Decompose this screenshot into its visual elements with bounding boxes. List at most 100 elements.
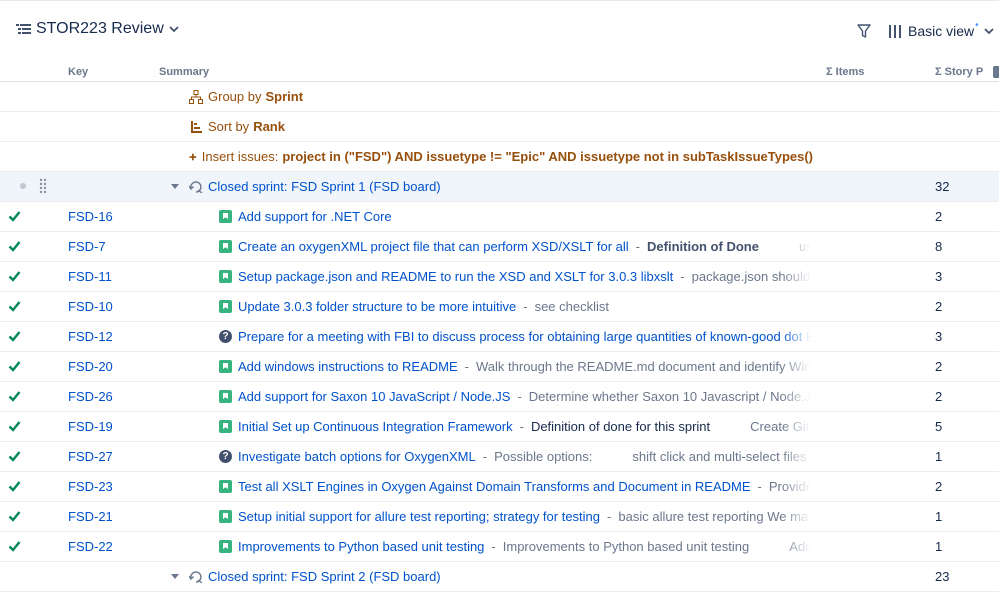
view-modified-indicator: • <box>975 19 979 31</box>
issue-key[interactable]: FSD-20 <box>68 359 113 374</box>
expand-caret-icon[interactable] <box>171 183 179 190</box>
issue-key[interactable]: FSD-19 <box>68 419 113 434</box>
column-config-handle[interactable] <box>993 66 999 78</box>
summary-separator: - <box>491 539 496 554</box>
column-header-story-points[interactable]: Σ Story P <box>935 66 983 78</box>
story-type-icon <box>219 480 232 493</box>
issue-summary: ? Investigate batch options for OxygenXML… <box>219 449 811 464</box>
issue-story-points: 3 <box>935 269 943 284</box>
sprint-label-1[interactable]: Closed sprint: FSD Sprint 1 (FSD board) <box>171 179 441 194</box>
filter-icon[interactable] <box>857 23 871 39</box>
story-type-icon <box>219 240 232 253</box>
issue-summary: Initial Set up Continuous Integration Fr… <box>219 419 811 434</box>
issue-title[interactable]: Add windows instructions to README <box>238 359 458 374</box>
issue-story-points: 1 <box>935 449 943 464</box>
issue-row[interactable]: FSD-23 Test all XSLT Engines in Oxygen Ag… <box>0 472 999 502</box>
issue-description: Improvements to Python based unit testin… <box>502 539 811 554</box>
issue-row[interactable]: FSD-16 Add support for .NET Core 2 <box>0 202 999 232</box>
group-generator-row[interactable]: Group by Sprint <box>0 82 999 112</box>
done-check-icon <box>8 421 21 432</box>
view-selector[interactable]: Basic view • <box>888 19 994 39</box>
summary-separator: - <box>523 299 528 314</box>
issue-summary: Add windows instructions to README - Walk … <box>219 359 811 374</box>
issue-title[interactable]: Setup package.json and README to run the… <box>238 269 673 284</box>
issue-title[interactable]: Create an oxygenXML project file that ca… <box>238 239 629 254</box>
issue-description: Possible options: shift click and multi-s… <box>494 449 807 464</box>
plus-icon <box>189 153 197 160</box>
summary-separator: - <box>482 449 488 464</box>
issue-key[interactable]: FSD-23 <box>68 479 113 494</box>
done-check-icon <box>8 301 21 312</box>
column-header-key[interactable]: Key <box>68 66 88 78</box>
overflow-fade <box>781 419 811 434</box>
issue-row[interactable]: FSD-11 Setup package.json and README to r… <box>0 262 999 292</box>
story-type-icon <box>219 510 232 523</box>
issue-row[interactable]: FSD-27? Investigate batch options for Oxy… <box>0 442 999 472</box>
sprint-group-row[interactable]: Closed sprint: FSD Sprint 1 (FSD board) … <box>0 172 999 202</box>
issue-summary: Improvements to Python based unit testin… <box>219 539 811 554</box>
column-header-summary[interactable]: Summary <box>159 66 209 78</box>
sort-icon <box>191 120 202 133</box>
question-type-icon: ? <box>219 330 232 343</box>
issue-key[interactable]: FSD-12 <box>68 329 113 344</box>
issue-key[interactable]: FSD-22 <box>68 539 113 554</box>
sprint-name: Closed sprint: FSD Sprint 2 (FSD board) <box>208 569 441 584</box>
overflow-fade <box>781 479 811 494</box>
issue-story-points: 5 <box>935 419 943 434</box>
issue-row[interactable]: FSD-20 Add windows instructions to README… <box>0 352 999 382</box>
done-check-icon <box>8 241 21 252</box>
structure-title: STOR223 Review <box>36 20 164 37</box>
issue-title[interactable]: Setup initial support for allure test re… <box>238 509 600 524</box>
done-check-icon <box>8 211 21 222</box>
view-label: Basic view <box>908 23 975 39</box>
issue-title[interactable]: Add support for Saxon 10 JavaScript / No… <box>238 389 510 404</box>
issue-key[interactable]: FSD-26 <box>68 389 113 404</box>
issue-key[interactable]: FSD-10 <box>68 299 113 314</box>
issue-title[interactable]: Add support for .NET Core <box>238 209 392 224</box>
view-header: STOR223 Review Basic view • <box>0 14 999 50</box>
issue-title[interactable]: Update 3.0.3 folder structure to be more… <box>238 299 516 314</box>
issue-title[interactable]: Investigate batch options for OxygenXML <box>238 449 476 464</box>
issue-rows: FSD-16 Add support for .NET Core 2 FSD-7 Cre… <box>0 202 999 562</box>
issue-row[interactable]: FSD-19 Initial Set up Continuous Integrat… <box>0 412 999 442</box>
issue-story-points: 8 <box>935 239 943 254</box>
chevron-down-icon <box>984 28 994 35</box>
issue-row[interactable]: FSD-12? Prepare for a meeting with FBI to… <box>0 322 999 352</box>
issue-key[interactable]: FSD-7 <box>68 239 106 254</box>
issue-title[interactable]: Test all XSLT Engines in Oxygen Against … <box>238 479 751 494</box>
issue-key[interactable]: FSD-21 <box>68 509 113 524</box>
issue-title[interactable]: Initial Set up Continuous Integration Fr… <box>238 419 513 434</box>
drag-handle-icon[interactable] <box>38 177 48 195</box>
issue-row[interactable]: FSD-22 Improvements to Python based unit … <box>0 532 999 562</box>
issue-key[interactable]: FSD-16 <box>68 209 113 224</box>
overflow-fade <box>781 209 811 224</box>
overflow-fade <box>781 299 811 314</box>
sprint-name: Closed sprint: FSD Sprint 1 (FSD board) <box>208 179 441 194</box>
issue-story-points: 2 <box>935 359 943 374</box>
sort-generator-row[interactable]: Sort by Rank <box>0 112 999 142</box>
issue-summary: Setup package.json and README to run the… <box>219 269 811 284</box>
issue-row[interactable]: FSD-21 Setup initial support for allure t… <box>0 502 999 532</box>
issue-row[interactable]: FSD-26 Add support for Saxon 10 JavaScrip… <box>0 382 999 412</box>
done-check-icon <box>8 361 21 372</box>
issue-summary: ? Prepare for a meeting with FBI to discu… <box>219 329 811 344</box>
issue-story-points: 1 <box>935 539 943 554</box>
issue-key[interactable]: FSD-27 <box>68 449 113 464</box>
issue-row[interactable]: FSD-10 Update 3.0.3 folder structure to b… <box>0 292 999 322</box>
sprint-group-row[interactable]: Closed sprint: FSD Sprint 2 (FSD board) … <box>0 562 999 592</box>
question-type-icon: ? <box>219 450 232 463</box>
column-header-items[interactable]: Σ Items <box>826 66 864 78</box>
issue-row[interactable]: FSD-7 Create an oxygenXML project file th… <box>0 232 999 262</box>
structure-selector[interactable]: STOR223 Review <box>16 20 179 38</box>
done-check-icon <box>8 481 21 492</box>
insert-generator-row[interactable]: Insert issues: project in ("FSD") AND is… <box>0 142 999 172</box>
issue-summary: Add support for Saxon 10 JavaScript / No… <box>219 389 811 404</box>
issue-key[interactable]: FSD-11 <box>68 269 112 284</box>
done-check-icon <box>8 511 21 522</box>
issue-title[interactable]: Prepare for a meeting with FBI to discus… <box>238 329 811 344</box>
issue-title[interactable]: Improvements to Python based unit testin… <box>238 539 484 554</box>
expand-caret-icon[interactable] <box>171 573 179 580</box>
sprint-label-2[interactable]: Closed sprint: FSD Sprint 2 (FSD board) <box>171 569 441 584</box>
summary-separator: - <box>519 419 524 434</box>
sort-prefix: Sort by <box>208 119 250 134</box>
